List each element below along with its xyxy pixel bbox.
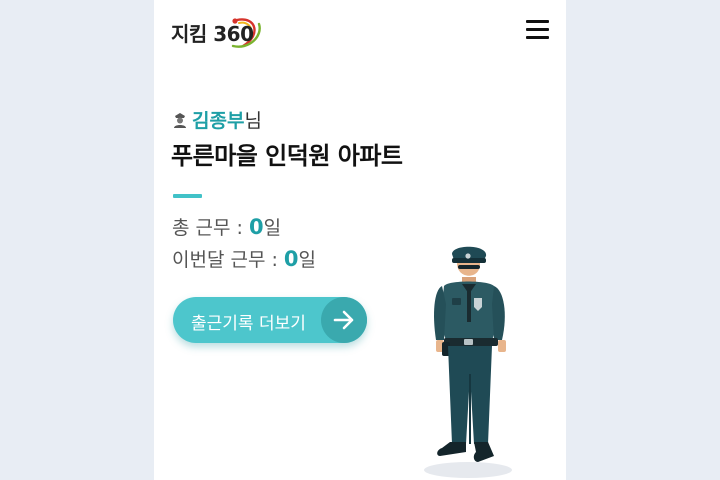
user-icon: [174, 112, 186, 128]
arrow-right-icon: [321, 297, 367, 343]
total-work-days: 총 근무 : 0일: [172, 213, 281, 240]
user-greeting: 김종부 님: [172, 106, 262, 133]
month-work-unit: 일: [298, 249, 317, 271]
app-logo[interactable]: 지킴 360: [171, 15, 261, 49]
total-work-value: 0: [248, 215, 264, 239]
apartment-name: 푸른마을 인덕원 아파트: [171, 142, 403, 170]
attendance-history-label: 출근기록 더보기: [191, 314, 306, 334]
user-name: 김종부: [192, 110, 245, 132]
app-screen: 지킴 360 김종부 님 푸른마을 인덕원 아파트 총 근무 : 0일 이번달 …: [154, 0, 566, 480]
month-work-days: 이번달 근무 : 0일: [172, 245, 316, 272]
total-work-label: 총 근무 :: [172, 217, 249, 239]
accent-divider: [173, 194, 202, 198]
logo-text: 지킴 360: [171, 21, 254, 46]
honorific-suffix: 님: [244, 110, 262, 132]
attendance-history-button[interactable]: 출근기록 더보기: [173, 297, 367, 343]
hamburger-menu-icon[interactable]: [526, 20, 550, 42]
month-work-label: 이번달 근무 :: [172, 249, 284, 271]
security-guard-illustration: [424, 246, 512, 478]
app-header: 지킴 360: [154, 0, 566, 64]
total-work-unit: 일: [263, 217, 282, 239]
month-work-value: 0: [283, 247, 299, 271]
